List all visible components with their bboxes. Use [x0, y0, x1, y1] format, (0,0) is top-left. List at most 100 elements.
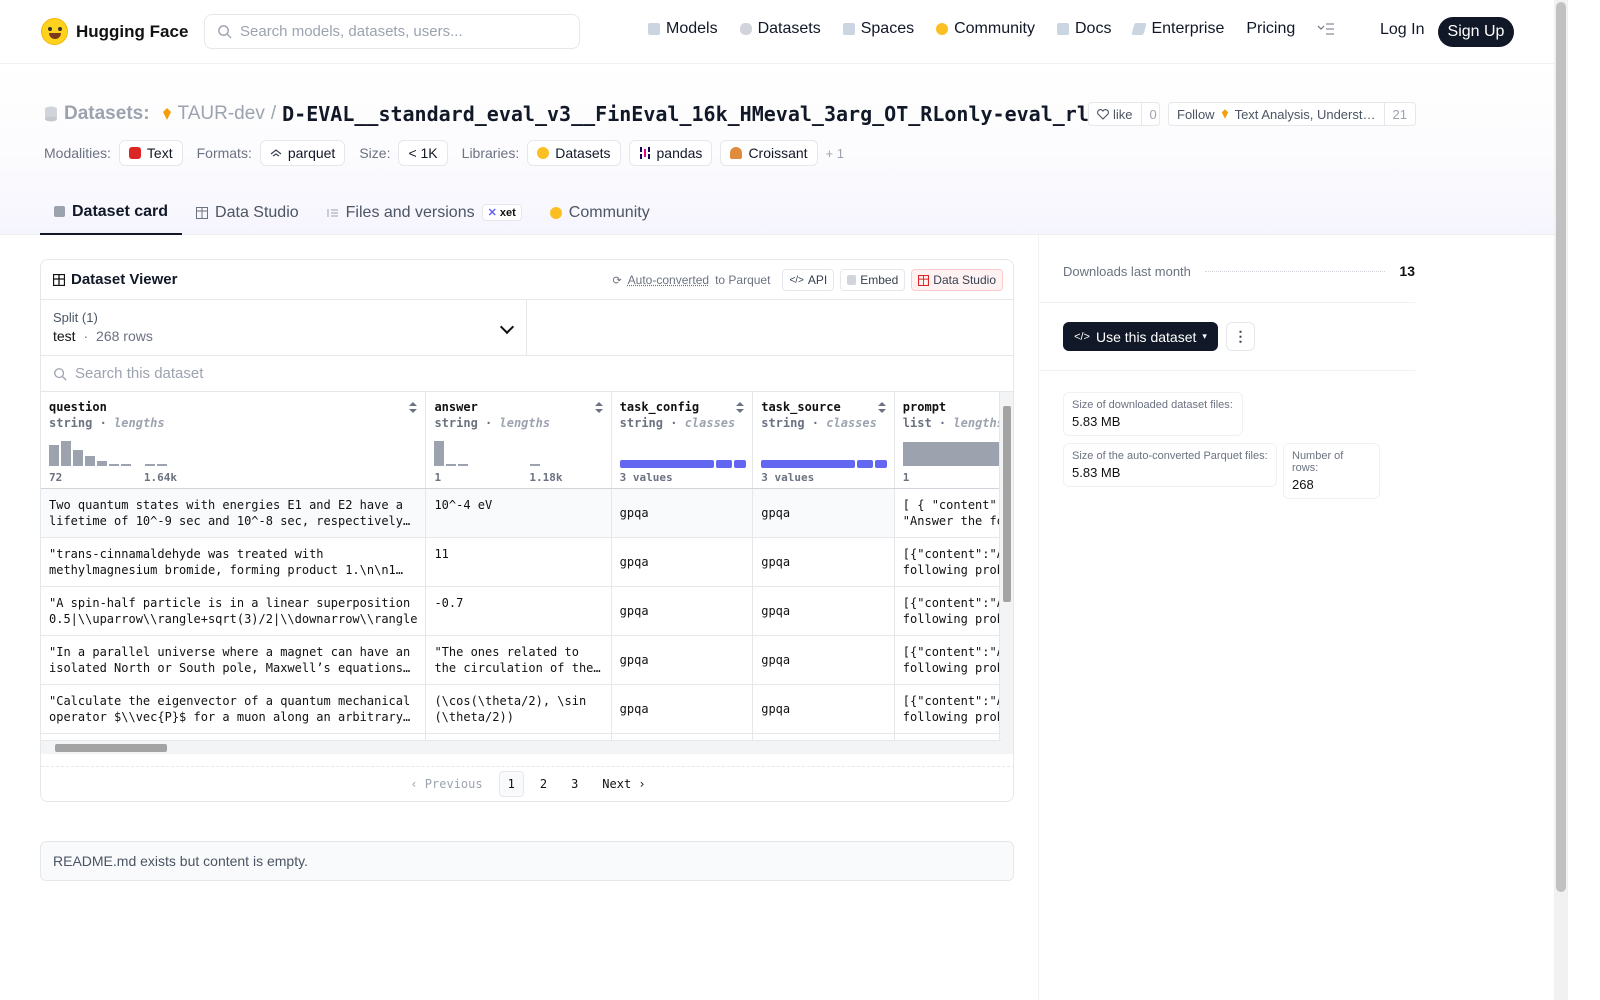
tab-dataset-card[interactable]: Dataset card — [40, 190, 183, 235]
table-cell[interactable]: gpqa — [752, 488, 895, 538]
column-type-name: string — [761, 416, 805, 430]
nav-spaces[interactable]: Spaces — [842, 20, 914, 38]
table-cell[interactable]: 11 — [425, 537, 612, 587]
tab-data-studio[interactable]: Data Studio — [182, 190, 313, 235]
more-libraries[interactable]: + 1 — [826, 146, 844, 161]
vertical-scrollbar[interactable] — [999, 392, 1013, 754]
table-cell[interactable]: gpqa — [752, 635, 895, 685]
table-cell[interactable]: gpqa — [611, 635, 754, 685]
auto-converted-link[interactable]: Auto-converted — [628, 273, 709, 287]
tab-community-label: Community — [568, 203, 650, 221]
data-grid: question string · lengths 72 1.64k answer… — [41, 392, 1013, 754]
repo-owner[interactable]: TAUR-dev — [178, 103, 265, 125]
table-cell[interactable]: [{"content":"A following prob — [894, 635, 1013, 685]
table-cell[interactable]: -0.7 — [425, 586, 612, 636]
table-cell[interactable]: gpqa — [611, 488, 754, 538]
global-search[interactable] — [204, 14, 580, 49]
range-min: 3 values — [619, 470, 673, 484]
dataset-search-input[interactable] — [75, 365, 475, 382]
scrollbar-thumb[interactable] — [55, 744, 167, 752]
table-cell[interactable]: gpqa — [752, 684, 895, 734]
cell-text: "Calculate the eigenvector of a quantum … — [49, 693, 411, 724]
histogram-bar — [157, 464, 167, 466]
next-page-button[interactable]: Next › — [594, 772, 653, 796]
column-header-task-source[interactable]: task_source string · classes 3 values — [752, 392, 895, 489]
table-cell[interactable]: [{"content":"A following prob — [894, 684, 1013, 734]
tab-community[interactable]: Community — [536, 190, 664, 235]
table-cell[interactable]: gpqa — [611, 537, 754, 587]
table-row[interactable]: Two quantum states with energies E1 and … — [41, 488, 1013, 538]
page-scrollbar[interactable] — [1554, 0, 1568, 1000]
horizontal-scrollbar[interactable] — [41, 740, 1001, 754]
nav-more-menu[interactable] — [1317, 23, 1335, 35]
tag-datasets-lib[interactable]: Datasets — [527, 140, 621, 166]
tag-text[interactable]: Text — [118, 140, 183, 166]
table-cell[interactable]: [ { "content": "Answer the fo — [894, 488, 1013, 538]
page-2-button[interactable]: 2 — [532, 772, 555, 796]
table-cell[interactable]: "In a parallel universe where a magnet c… — [41, 635, 427, 685]
nav-docs[interactable]: Docs — [1057, 20, 1111, 38]
column-header-task-config[interactable]: task_config string · classes 3 values — [611, 392, 754, 489]
nav-enterprise[interactable]: Enterprise — [1131, 20, 1224, 38]
nav-models[interactable]: Models — [648, 20, 718, 38]
class-distribution-bar — [619, 460, 746, 468]
scrollbar-thumb[interactable] — [1003, 406, 1011, 602]
stat-label: Number of rows: — [1292, 450, 1344, 474]
nav-datasets[interactable]: Datasets — [739, 20, 821, 38]
table-row[interactable]: "In a parallel universe where a magnet c… — [41, 635, 1013, 685]
table-cell[interactable]: gpqa — [611, 684, 754, 734]
like-button[interactable]: like 0 — [1088, 102, 1160, 126]
modalities-label: Modalities: — [44, 145, 111, 161]
dataset-search[interactable] — [41, 356, 1013, 392]
sort-icon[interactable] — [409, 402, 418, 414]
sort-icon[interactable] — [736, 402, 745, 414]
more-options-button[interactable]: ⋮ — [1226, 322, 1255, 351]
table-cell[interactable]: gpqa — [752, 537, 895, 587]
api-button[interactable]: </> API — [782, 269, 835, 291]
histogram-bar — [434, 441, 445, 466]
scrollbar-thumb[interactable] — [1556, 2, 1566, 892]
data-studio-button[interactable]: Data Studio — [911, 269, 1003, 291]
table-cell[interactable]: 10^-4 eV — [425, 488, 612, 538]
table-cell[interactable]: [{"content":"A following prob — [894, 537, 1013, 587]
column-header-prompt[interactable]: prompt list · lengths 1 — [894, 392, 1013, 489]
cell-text: 11 — [434, 546, 449, 561]
table-cell[interactable]: "A spin-half particle is in a linear sup… — [41, 586, 427, 636]
table-row[interactable]: "A spin-half particle is in a linear sup… — [41, 586, 1013, 636]
tag-pandas-lib[interactable]: pandas — [628, 140, 713, 166]
sort-icon[interactable] — [877, 402, 886, 414]
signup-button[interactable]: Sign Up — [1438, 17, 1514, 47]
global-search-input[interactable] — [240, 23, 560, 40]
nav-pricing[interactable]: Pricing — [1246, 20, 1295, 38]
table-cell[interactable]: gpqa — [752, 586, 895, 636]
split-selector[interactable]: Split (1) test · 268 rows — [41, 300, 527, 356]
use-dataset-button[interactable]: </> Use this dataset ▾ — [1063, 322, 1218, 351]
table-cell[interactable]: "trans-cinnamaldehyde was treated with m… — [41, 537, 427, 587]
nav-community[interactable]: Community — [936, 20, 1035, 38]
column-header-question[interactable]: question string · lengths 72 1.64k — [41, 392, 427, 489]
sort-icon[interactable] — [594, 402, 603, 414]
table-cell[interactable]: [{"content":"A following prob — [894, 586, 1013, 636]
column-name: task_config — [619, 400, 700, 414]
page-1-button[interactable]: 1 — [498, 771, 524, 797]
embed-button[interactable]: Embed — [840, 269, 906, 291]
repo-type-label[interactable]: Datasets: — [64, 103, 150, 125]
tab-files-versions[interactable]: Files and versions ✕ xet — [313, 190, 536, 235]
previous-page-button[interactable]: ‹ Previous — [402, 772, 490, 796]
table-cell[interactable]: "The ones related to the circulation of … — [425, 635, 612, 685]
tag-parquet[interactable]: parquet — [259, 140, 346, 166]
table-row[interactable]: "trans-cinnamaldehyde was treated with m… — [41, 537, 1013, 587]
repo-name[interactable]: D-EVAL__standard_eval_v3__FinEval_16k_HM… — [282, 102, 1089, 126]
table-row[interactable]: "Calculate the eigenvector of a quantum … — [41, 684, 1013, 734]
brand-logo[interactable]: Hugging Face — [41, 18, 188, 45]
table-cell[interactable]: gpqa — [611, 586, 754, 636]
table-cell[interactable]: "Calculate the eigenvector of a quantum … — [41, 684, 427, 734]
follow-button[interactable]: Follow Text Analysis, Underst… 21 — [1168, 102, 1416, 126]
login-link[interactable]: Log In — [1380, 21, 1424, 39]
tag-croissant-lib[interactable]: Croissant — [720, 140, 818, 166]
column-header-answer[interactable]: answer string · lengths 1 1.18k — [425, 392, 612, 489]
page-3-button[interactable]: 3 — [563, 772, 586, 796]
table-cell[interactable]: Two quantum states with energies E1 and … — [41, 488, 427, 538]
table-cell[interactable]: (\cos(\theta/2), \sin (\theta/2)) — [425, 684, 612, 734]
tag-size[interactable]: < 1K — [398, 140, 448, 166]
